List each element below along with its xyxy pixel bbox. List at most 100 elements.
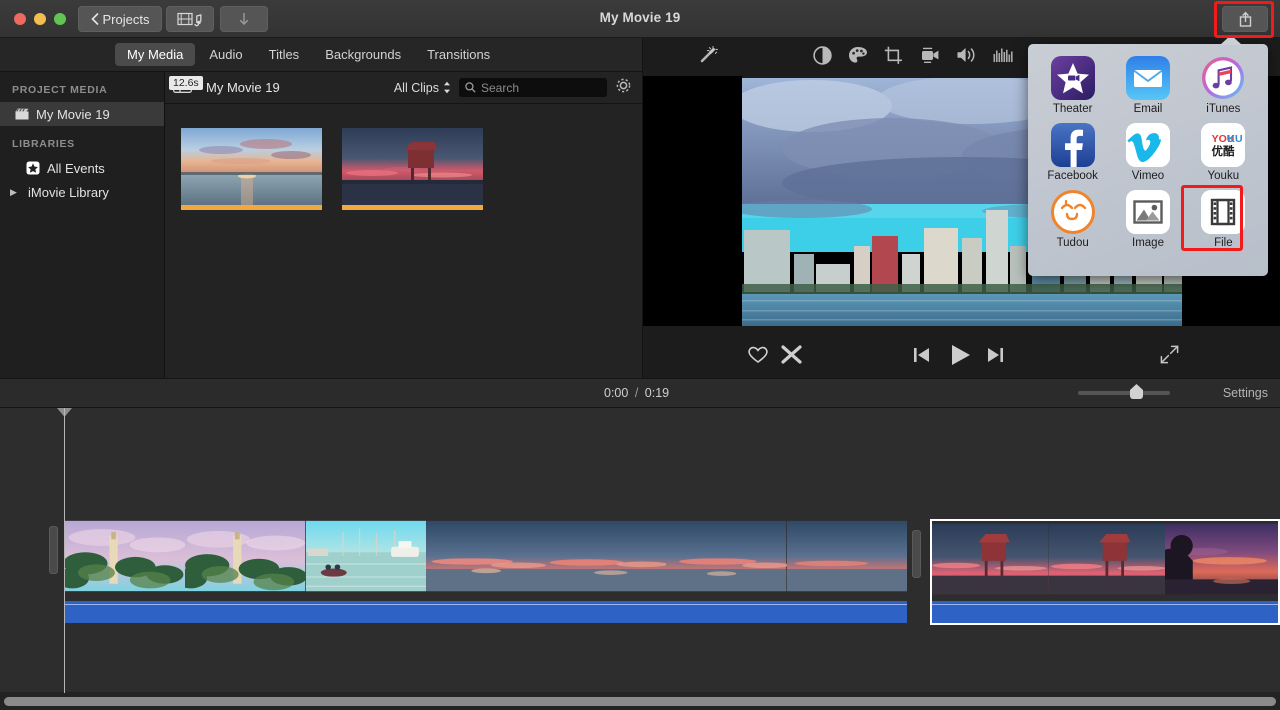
tab-titles[interactable]: Titles — [257, 43, 312, 66]
vimeo-icon — [1125, 123, 1170, 167]
ocean-sunset-frame — [546, 520, 667, 592]
sidebar-label-imovie-library: iMovie Library — [28, 184, 109, 200]
tab-bar: My Media Audio Titles Backgrounds Transi… — [0, 38, 642, 72]
star-badge-icon — [25, 161, 40, 176]
timeline — [0, 408, 1280, 693]
share-button[interactable] — [1222, 6, 1268, 32]
zoom-slider-knob[interactable] — [1130, 384, 1143, 399]
theater-icon — [1050, 56, 1095, 100]
browser-title: My Movie 19 — [206, 80, 280, 95]
share-label-vimeo: Vimeo — [1131, 170, 1165, 182]
share-menu-popup: Theater Email iTunes Facebook Vimeo YOU … — [1028, 35, 1268, 276]
clip-filmstrip — [932, 521, 1278, 597]
total-time: 0:19 — [644, 386, 670, 400]
palm-frame — [185, 520, 306, 592]
youku-icon: YOU KU 优酷 — [1201, 123, 1246, 167]
timeline-clip-2-selected[interactable] — [930, 519, 1280, 625]
all-clips-dropdown[interactable]: All Clips — [394, 81, 451, 95]
horizontal-scrollbar[interactable] — [4, 697, 1276, 706]
search-placeholder: Search — [481, 80, 520, 95]
ocean-sunset-frame — [786, 520, 907, 592]
clip-thumbnail — [181, 128, 322, 205]
magic-wand-icon[interactable] — [698, 45, 718, 65]
lifeguard-tower-thumbnail — [342, 128, 483, 205]
tudou-icon — [1050, 190, 1095, 234]
file-icon — [1201, 190, 1246, 234]
tab-backgrounds[interactable]: Backgrounds — [313, 43, 413, 66]
palm-frame — [65, 520, 186, 592]
svg-text:优酷: 优酷 — [1212, 144, 1235, 158]
tab-my-media[interactable]: My Media — [115, 43, 196, 66]
reject-icon[interactable] — [781, 345, 802, 369]
ocean-sunset-frame — [425, 520, 547, 592]
clip-audio-track — [65, 601, 907, 623]
share-option-facebook[interactable]: Facebook — [1036, 121, 1109, 184]
clip-trim-handle-right[interactable] — [912, 530, 921, 578]
share-option-tudou[interactable]: Tudou — [1036, 188, 1109, 251]
clip-trim-handle-left[interactable] — [49, 526, 58, 574]
share-label-itunes: iTunes — [1206, 103, 1241, 115]
equalizer-icon[interactable] — [993, 47, 1013, 63]
tab-audio[interactable]: Audio — [197, 43, 254, 66]
skip-forward-icon[interactable] — [987, 347, 1004, 368]
search-icon — [465, 82, 476, 93]
share-label-email: Email — [1133, 103, 1163, 115]
tab-transitions[interactable]: Transitions — [415, 43, 502, 66]
favorite-icon[interactable] — [747, 345, 769, 369]
share-label-theater: Theater — [1052, 103, 1093, 115]
share-option-theater[interactable]: Theater — [1036, 54, 1109, 117]
sunset-ocean-thumbnail — [181, 128, 322, 205]
popup-arrow — [1220, 35, 1242, 45]
viewer-letterbox-left — [643, 76, 742, 326]
color-balance-icon[interactable] — [813, 45, 832, 65]
clip-duration-badge: 12.6s — [169, 76, 203, 90]
timecode-display: 0:00 / 0:19 — [604, 386, 669, 400]
sidebar-item-all-events[interactable]: All Events — [0, 156, 164, 180]
skip-back-icon[interactable] — [913, 347, 930, 368]
crop-icon[interactable] — [884, 46, 903, 65]
time-separator: / — [634, 386, 639, 400]
share-option-image[interactable]: Image — [1111, 188, 1184, 251]
play-icon[interactable] — [949, 343, 973, 372]
imovie-window: Projects My Movie 19 My Media Audio Titl… — [0, 0, 1280, 710]
share-option-vimeo[interactable]: Vimeo — [1111, 121, 1184, 184]
libraries-header: LIBRARIES — [12, 138, 75, 150]
sidebar-item-my-movie-19[interactable]: My Movie 19 — [0, 102, 164, 126]
share-option-itunes[interactable]: iTunes — [1187, 54, 1260, 117]
browser-clip-1[interactable]: 12.6s — [169, 76, 322, 210]
share-option-email[interactable]: Email — [1111, 54, 1184, 117]
itunes-icon — [1201, 56, 1245, 100]
facebook-icon — [1050, 123, 1095, 167]
timeline-clip-1[interactable] — [65, 518, 907, 623]
share-options-grid: Theater Email iTunes Facebook Vimeo YOU … — [1036, 54, 1260, 251]
lifeguard-frame — [1048, 523, 1166, 595]
clip-orange-bar — [342, 205, 483, 210]
share-icon — [1239, 11, 1251, 27]
project-media-header: PROJECT MEDIA — [12, 84, 108, 96]
zoom-slider[interactable] — [1078, 384, 1170, 399]
clip-orange-bar — [181, 205, 322, 210]
fullscreen-icon[interactable] — [1159, 344, 1180, 370]
share-label-image: Image — [1132, 237, 1164, 249]
disclosure-triangle-icon[interactable]: ▶ — [10, 187, 19, 198]
media-browser: My Movie 19 All Clips Search 12.6s — [165, 72, 642, 378]
share-option-file[interactable]: File — [1180, 185, 1260, 251]
browser-clip-2[interactable] — [342, 128, 483, 210]
all-clips-label: All Clips — [393, 80, 439, 95]
clip-list: 12.6s — [165, 76, 642, 210]
settings-gear-icon[interactable] — [615, 77, 632, 99]
volume-icon[interactable] — [956, 46, 978, 64]
search-input[interactable]: Search — [459, 78, 607, 97]
purple-sunset-frame — [1165, 523, 1278, 595]
clip-filmstrip — [65, 518, 907, 594]
color-correction-icon[interactable] — [848, 46, 868, 65]
sidebar-item-imovie-library[interactable]: ▶ iMovie Library — [0, 180, 164, 204]
current-time: 0:00 — [604, 386, 629, 400]
title-bar: Projects My Movie 19 — [0, 0, 1280, 38]
share-option-youku[interactable]: YOU KU 优酷 Youku — [1187, 121, 1260, 184]
email-icon — [1125, 56, 1170, 100]
settings-button[interactable]: Settings — [1223, 386, 1268, 400]
timecode-bar: 0:00 / 0:19 Settings — [0, 378, 1280, 408]
share-label-facebook: Facebook — [1047, 170, 1098, 182]
stabilization-icon[interactable] — [920, 46, 940, 64]
